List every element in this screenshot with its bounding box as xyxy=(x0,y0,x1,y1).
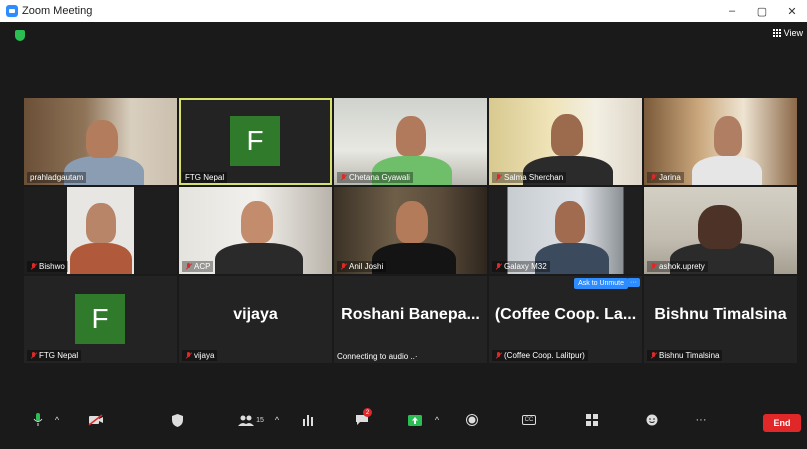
share-screen-button[interactable] xyxy=(406,408,424,432)
security-button[interactable] xyxy=(170,408,184,432)
meeting-toolbar: ^ 15 ^ 2 ^ CC ··· End xyxy=(0,400,807,449)
closed-caption-icon: CC xyxy=(521,415,537,425)
participant-display-name: (Coffee Coop. La... xyxy=(494,306,637,323)
muted-mic-icon xyxy=(495,351,502,360)
participants-options-caret[interactable]: ^ xyxy=(272,408,282,432)
minimize-button[interactable]: – xyxy=(717,0,747,22)
chat-badge: 2 xyxy=(363,408,372,417)
share-options-caret[interactable]: ^ xyxy=(432,408,442,432)
mute-button[interactable] xyxy=(30,408,46,432)
participant-name: ashok.uprety xyxy=(647,261,708,272)
chat-button[interactable]: 2 xyxy=(352,408,372,432)
participant-name: vijaya xyxy=(182,350,218,361)
participant-tile[interactable]: F FTG Nepal xyxy=(24,276,177,363)
video-off-icon xyxy=(88,414,103,426)
participant-name: Bishnu Timalsina xyxy=(647,350,723,361)
participant-avatar: F xyxy=(75,294,125,344)
muted-mic-icon xyxy=(495,173,502,182)
participant-name: ACP xyxy=(182,261,214,272)
breakout-rooms-icon xyxy=(586,414,598,426)
meeting-area: View prahladgautam F FTG Nepal Chetana G… xyxy=(0,22,807,449)
record-icon xyxy=(466,414,478,426)
participant-name: Chetana Gyawali xyxy=(337,172,413,183)
participant-tile[interactable]: Bishnu Timalsina Bishnu Timalsina xyxy=(644,276,797,363)
more-button[interactable]: ··· xyxy=(692,408,710,432)
share-screen-icon xyxy=(408,414,422,426)
participant-name: Salma Sherchan xyxy=(492,172,567,183)
view-button[interactable]: View xyxy=(772,28,803,38)
smiley-icon xyxy=(646,414,658,426)
end-meeting-button[interactable]: End xyxy=(763,414,801,432)
participant-name: Galaxy M32 xyxy=(492,261,550,272)
breakout-rooms-button[interactable] xyxy=(584,408,600,432)
participant-tile[interactable]: Jarina xyxy=(644,98,797,185)
participants-icon xyxy=(238,415,255,426)
participant-tile[interactable]: ashok.uprety xyxy=(644,187,797,274)
participant-tile[interactable]: Anil Joshi xyxy=(334,187,487,274)
participant-name: FTG Nepal xyxy=(182,172,228,183)
participant-tile[interactable]: Ask to Unmute ··· (Coffee Coop. La... (C… xyxy=(489,276,642,363)
participant-tile[interactable]: prahladgautam xyxy=(24,98,177,185)
view-label: View xyxy=(783,28,803,38)
participant-name: (Coffee Coop. Lalitpur) xyxy=(492,350,588,361)
window-title: Zoom Meeting xyxy=(22,5,93,17)
shield-icon xyxy=(171,413,183,427)
muted-mic-icon xyxy=(30,262,37,271)
muted-mic-icon xyxy=(650,351,657,360)
participant-tile[interactable]: vijaya vijaya xyxy=(179,276,332,363)
title-bar: Zoom Meeting – ▢ ✕ xyxy=(0,0,807,22)
gallery-grid: prahladgautam F FTG Nepal Chetana Gyawal… xyxy=(24,98,800,364)
audio-connecting-status: Connecting to audio ..· xyxy=(337,352,418,361)
participant-tile-active-speaker[interactable]: F FTG Nepal xyxy=(179,98,332,185)
window-controls: – ▢ ✕ xyxy=(717,0,807,22)
muted-mic-icon xyxy=(495,262,502,271)
record-button[interactable] xyxy=(464,408,480,432)
muted-mic-icon xyxy=(650,262,657,271)
muted-mic-icon xyxy=(185,351,192,360)
muted-mic-icon xyxy=(340,262,347,271)
participant-tile[interactable]: Galaxy M32 xyxy=(489,187,642,274)
ask-to-unmute-button[interactable]: Ask to Unmute xyxy=(574,278,628,289)
polls-button[interactable] xyxy=(300,408,316,432)
participant-name: prahladgautam xyxy=(27,172,87,183)
participant-display-name: Bishnu Timalsina xyxy=(654,306,787,323)
participants-button[interactable]: 15 xyxy=(234,408,268,432)
audio-options-caret[interactable]: ^ xyxy=(52,408,62,432)
participant-display-name: vijaya xyxy=(233,306,278,323)
reactions-button[interactable] xyxy=(644,408,660,432)
participant-tile[interactable]: Bishwo xyxy=(24,187,177,274)
muted-mic-icon xyxy=(650,173,657,182)
participant-tile[interactable]: Salma Sherchan xyxy=(489,98,642,185)
bar-chart-icon xyxy=(303,415,313,426)
participant-avatar: F xyxy=(230,116,280,166)
muted-mic-icon xyxy=(340,173,347,182)
closed-caption-button[interactable]: CC xyxy=(520,408,538,432)
grid-view-icon xyxy=(772,29,781,37)
microphone-icon xyxy=(33,413,43,426)
participant-name: FTG Nepal xyxy=(27,350,82,361)
maximize-button[interactable]: ▢ xyxy=(747,0,777,22)
muted-mic-icon xyxy=(30,351,37,360)
participant-name: Bishwo xyxy=(27,261,68,272)
start-video-button[interactable] xyxy=(86,408,106,432)
participant-name: Jarina xyxy=(647,172,684,183)
participants-count: 15 xyxy=(256,416,264,424)
zoom-app-icon xyxy=(6,5,18,17)
participant-name: Anil Joshi xyxy=(337,261,387,272)
participant-tile[interactable]: Roshani Banepa... Connecting to audio ..… xyxy=(334,276,487,363)
participant-display-name: Roshani Banepa... xyxy=(341,306,480,323)
participant-tile[interactable]: Chetana Gyawali xyxy=(334,98,487,185)
encryption-shield-icon[interactable] xyxy=(15,30,25,41)
participant-tile[interactable]: ACP xyxy=(179,187,332,274)
close-button[interactable]: ✕ xyxy=(777,0,807,22)
muted-mic-icon xyxy=(185,262,192,271)
tile-more-options-button[interactable]: ··· xyxy=(627,278,640,287)
